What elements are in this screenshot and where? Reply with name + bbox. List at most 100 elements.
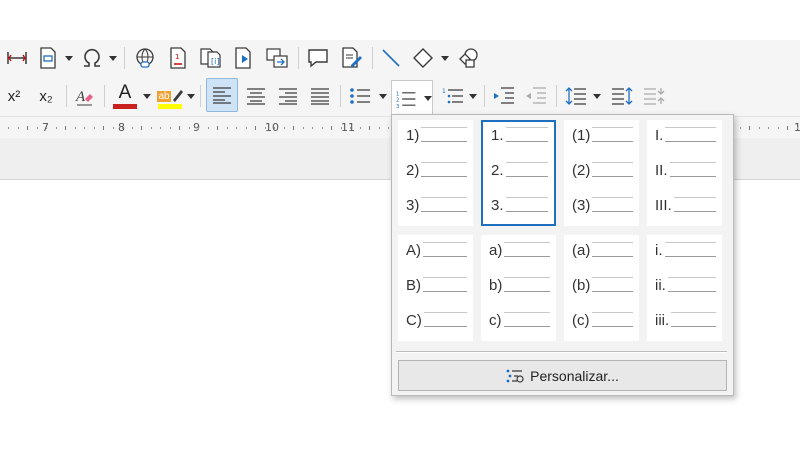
superscript-button[interactable]: x² xyxy=(2,81,26,111)
ruler-tick xyxy=(170,127,171,129)
separator xyxy=(104,85,105,107)
unordered-list-dropdown-icon[interactable] xyxy=(378,81,388,111)
svg-text:1: 1 xyxy=(175,53,179,61)
preset-text-line xyxy=(504,277,550,292)
numbering-preset[interactable]: i. ii. iii. xyxy=(647,235,722,341)
preset-line: (1) xyxy=(572,126,633,144)
preset-number-label: III. xyxy=(655,197,672,214)
outline-list-dropdown-icon[interactable] xyxy=(468,81,478,111)
svg-text:1: 1 xyxy=(396,91,399,97)
ruler-tick xyxy=(75,127,76,129)
separator xyxy=(556,85,557,107)
preset-number-label: 2) xyxy=(406,162,420,179)
preset-text-line xyxy=(664,242,716,257)
separator xyxy=(124,47,125,69)
special-character-dropdown-icon[interactable] xyxy=(108,43,118,73)
highlight-color-dropdown-icon[interactable] xyxy=(186,81,196,111)
ruler-tick xyxy=(65,126,66,130)
ruler-number: 11 xyxy=(341,121,355,134)
line-spacing-icon[interactable] xyxy=(562,81,590,111)
preset-text-line xyxy=(421,197,467,212)
numbering-preset[interactable]: (a) (b) (c) xyxy=(564,235,639,341)
insert-footnote-icon[interactable]: 1 xyxy=(166,43,190,73)
preset-line: (a) xyxy=(572,241,633,259)
svg-text:3: 3 xyxy=(396,103,399,109)
preset-line: ii. xyxy=(655,276,717,294)
insert-hyperlink-icon[interactable] xyxy=(132,43,158,73)
preset-number-label: (b) xyxy=(572,277,591,294)
insert-field-dropdown-icon[interactable] xyxy=(64,43,74,73)
ruler-tick xyxy=(141,126,142,130)
ruler-tick xyxy=(94,127,95,129)
ruler-tick xyxy=(255,126,256,130)
preset-text-line xyxy=(504,242,550,257)
unordered-list-icon[interactable] xyxy=(346,81,374,111)
preset-text-line xyxy=(592,277,633,292)
subscript-button[interactable]: x₂ xyxy=(34,81,58,111)
ruler-tick xyxy=(198,127,199,129)
ruler-tick xyxy=(103,126,104,130)
ruler-tick xyxy=(797,127,798,129)
preset-number-label: I. xyxy=(655,127,664,144)
insert-line-icon[interactable] xyxy=(378,43,404,73)
numbering-preset[interactable]: 1) 2) 3) xyxy=(398,120,473,226)
increase-paragraph-spacing-icon[interactable] xyxy=(608,81,636,111)
preset-text-line xyxy=(592,127,633,142)
insert-cross-reference-icon[interactable]: [i] xyxy=(198,43,224,73)
preset-line: 1. xyxy=(491,126,549,144)
preset-line: (b) xyxy=(572,276,633,294)
ruler-tick xyxy=(246,127,247,129)
ruler-tick xyxy=(265,127,266,129)
preset-number-label: 1) xyxy=(406,127,420,144)
preset-line: B) xyxy=(406,276,467,294)
preset-number-label: II. xyxy=(655,162,668,179)
clear-formatting-icon[interactable]: A xyxy=(72,81,96,111)
font-color-dropdown-icon[interactable] xyxy=(142,81,152,111)
insert-bookmark-icon[interactable] xyxy=(232,43,256,73)
ordered-list-dropdown-icon[interactable] xyxy=(423,84,432,114)
field-shading-icon[interactable] xyxy=(4,43,30,73)
special-character-icon[interactable] xyxy=(78,43,106,73)
numbering-preset[interactable]: I. II. III. xyxy=(647,120,722,226)
font-color-button[interactable]: A xyxy=(110,81,140,111)
decrease-indent-icon[interactable] xyxy=(522,81,550,111)
separator xyxy=(372,47,373,69)
preset-line: C) xyxy=(406,311,468,329)
preset-text-line xyxy=(423,242,467,257)
preset-line: III. xyxy=(655,196,717,214)
ordered-list-button[interactable]: 123 xyxy=(391,80,433,116)
basic-shapes-icon[interactable] xyxy=(410,43,436,73)
outline-list-icon[interactable]: 1 xyxy=(440,81,466,111)
line-spacing-dropdown-icon[interactable] xyxy=(592,81,602,111)
draw-functions-icon[interactable] xyxy=(456,43,482,73)
customize-button[interactable]: Personalizar... xyxy=(398,360,727,391)
justify-button[interactable] xyxy=(306,81,334,111)
numbering-preset[interactable]: (1) (2) (3) xyxy=(564,120,639,226)
align-right-button[interactable] xyxy=(274,81,302,111)
align-left-button[interactable] xyxy=(206,78,238,112)
ruler-tick xyxy=(208,127,209,129)
insert-comment-icon[interactable] xyxy=(305,43,331,73)
preset-line: i. xyxy=(655,241,716,259)
highlighter-icon: ab xyxy=(157,84,183,102)
ruler-number: 10 xyxy=(265,121,279,134)
insert-caption-icon[interactable] xyxy=(264,43,290,73)
increase-indent-icon[interactable] xyxy=(490,81,518,111)
preset-number-label: ii. xyxy=(655,277,666,294)
ruler-tick xyxy=(274,127,275,129)
preset-line: II. xyxy=(655,161,717,179)
preset-number-label: i. xyxy=(655,242,663,259)
numbering-preset[interactable]: A) B) C) xyxy=(398,235,473,341)
ruler-tick xyxy=(768,127,769,129)
insert-field-icon[interactable] xyxy=(36,43,60,73)
align-center-button[interactable] xyxy=(242,81,270,111)
font-color-swatch xyxy=(113,103,137,109)
preset-line: (2) xyxy=(572,161,633,179)
numbering-preset[interactable]: 1. 2. 3. xyxy=(481,120,556,226)
basic-shapes-dropdown-icon[interactable] xyxy=(440,43,450,73)
numbering-preset[interactable]: a) b) c) xyxy=(481,235,556,341)
highlight-color-button[interactable]: ab xyxy=(156,81,184,111)
decrease-paragraph-spacing-icon[interactable] xyxy=(640,81,668,111)
track-changes-icon[interactable] xyxy=(339,43,365,73)
separator xyxy=(200,85,201,107)
